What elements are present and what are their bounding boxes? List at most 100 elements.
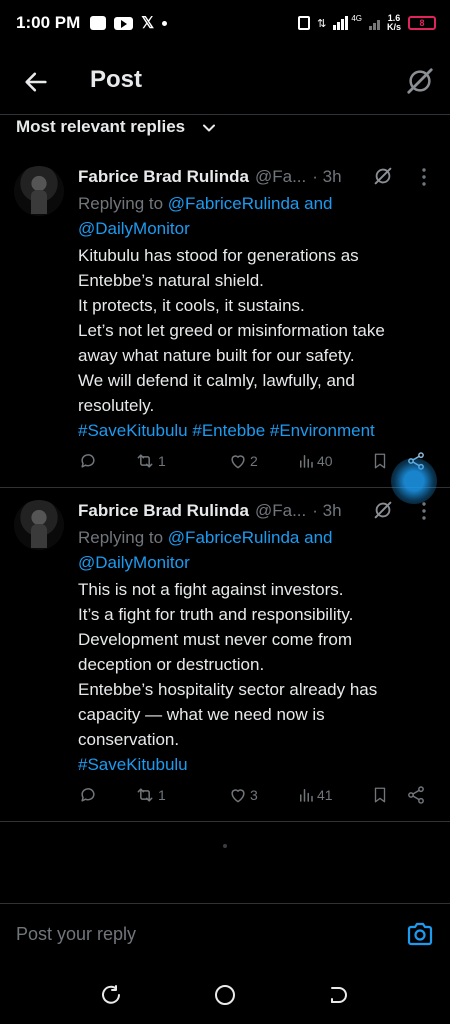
signal-icon xyxy=(333,16,349,30)
loading-indicator xyxy=(223,844,227,848)
post-line: We will defend it calmly, lawfully, and xyxy=(78,371,355,390)
repost-icon xyxy=(137,454,153,468)
views-icon xyxy=(300,455,313,468)
more-options-icon[interactable] xyxy=(421,501,427,521)
post-line: deception or destruction. xyxy=(78,655,265,674)
reply-icon xyxy=(81,454,95,468)
reply-button[interactable] xyxy=(78,451,100,471)
repost-icon xyxy=(137,788,153,802)
hashtags[interactable]: #SaveKitubulu xyxy=(78,752,440,777)
battery-level: 8 xyxy=(419,18,425,28)
replying-to-prefix: Replying to xyxy=(78,194,164,213)
views-button[interactable]: 40 xyxy=(297,451,333,471)
reply-input[interactable]: Post your reply xyxy=(16,924,136,945)
author-name[interactable]: Fabrice Brad Rulinda xyxy=(78,501,249,521)
bookmark-icon xyxy=(374,453,386,469)
app-notification-icon xyxy=(90,16,107,30)
sort-label[interactable]: Most relevant replies xyxy=(16,117,185,137)
post-actions: 1 3 41 xyxy=(0,785,450,809)
author-name[interactable]: Fabrice Brad Rulinda xyxy=(78,167,249,187)
status-bar: 1:00 PM 𝕏 ⇅ 4G 1.6 K/s 8 xyxy=(0,0,450,46)
system-navigation-bar xyxy=(0,966,450,1024)
post-line: Kitubulu has stood for generations as xyxy=(78,246,359,265)
signal-2-icon xyxy=(368,16,380,30)
heart-icon xyxy=(231,455,245,469)
post-time: · 3h xyxy=(312,501,342,520)
top-bar: Post xyxy=(0,58,450,106)
reply-composer[interactable]: Post your reply xyxy=(0,903,450,965)
page-title: Post xyxy=(90,66,143,93)
x-logo-icon: 𝕏 xyxy=(141,15,155,32)
avatar[interactable] xyxy=(14,500,64,550)
repost-count: 1 xyxy=(158,453,166,469)
post-line: It protects, it cools, it sustains. xyxy=(78,296,305,315)
like-button[interactable]: 2 xyxy=(228,451,258,471)
reply-sort-selector[interactable]: Most relevant replies xyxy=(0,114,450,140)
like-count: 3 xyxy=(250,787,258,803)
reply-icon xyxy=(81,788,95,802)
post-line: It’s a fight for truth and responsibilit… xyxy=(78,605,354,624)
bookmark-button[interactable] xyxy=(371,451,389,471)
post-line: Entebbe’s hospitality sector already has xyxy=(78,680,378,699)
post-text: Kitubulu has stood for generations as En… xyxy=(78,243,440,443)
post-text: This is not a fight against investors. I… xyxy=(78,577,440,777)
view-count: 40 xyxy=(317,453,333,469)
bookmark-icon xyxy=(374,787,386,803)
vibrate-icon xyxy=(298,16,311,30)
post-actions: 1 2 40 xyxy=(0,451,450,475)
grok-icon[interactable] xyxy=(372,499,394,521)
notification-icons: 𝕏 xyxy=(90,13,168,33)
post-line: Let’s not let greed or misinformation ta… xyxy=(78,321,385,340)
bookmark-button[interactable] xyxy=(371,785,389,805)
hashtags[interactable]: #SaveKitubulu #Entebbe #Environment xyxy=(78,418,440,443)
battery-icon: 8 xyxy=(408,16,436,30)
replying-to: Replying to @FabriceRulinda and @DailyMo… xyxy=(78,525,438,575)
post-line: conservation. xyxy=(78,730,180,749)
data-transfer-icon: ⇅ xyxy=(317,17,327,30)
views-button[interactable]: 41 xyxy=(297,785,333,805)
share-icon xyxy=(408,786,424,804)
post-header: Fabrice Brad Rulinda @Fa... · 3h xyxy=(78,165,342,189)
view-count: 41 xyxy=(317,787,333,803)
avatar[interactable] xyxy=(14,166,64,216)
replying-to-prefix: Replying to xyxy=(78,528,164,547)
grok-icon[interactable] xyxy=(372,165,394,187)
repost-count: 1 xyxy=(158,787,166,803)
chevron-down-icon[interactable] xyxy=(202,121,216,135)
net-speed: 1.6 K/s xyxy=(387,14,401,32)
camera-icon[interactable] xyxy=(406,921,434,947)
arrow-left-icon[interactable] xyxy=(22,68,50,96)
share-button[interactable] xyxy=(406,785,426,805)
reply-button[interactable] xyxy=(78,785,100,805)
repost-button[interactable]: 1 xyxy=(134,451,166,471)
post-line: capacity — what we need now is xyxy=(78,705,325,724)
post-header: Fabrice Brad Rulinda @Fa... · 3h xyxy=(78,499,342,523)
more-options-icon[interactable] xyxy=(421,167,427,187)
author-handle[interactable]: @Fa... xyxy=(255,167,306,187)
post-line: resolutely. xyxy=(78,396,155,415)
system-icons: ⇅ 4G 1.6 K/s 8 xyxy=(298,14,436,32)
replying-to: Replying to @FabriceRulinda and @DailyMo… xyxy=(78,191,438,241)
post-line: Development must never come from xyxy=(78,630,352,649)
like-count: 2 xyxy=(250,453,258,469)
post-line: away what nature built for our safety. xyxy=(78,346,355,365)
back-nav-icon[interactable] xyxy=(326,984,348,1006)
views-icon xyxy=(300,789,313,802)
youtube-icon xyxy=(114,16,134,30)
author-handle[interactable]: @Fa... xyxy=(255,501,306,521)
reply-post[interactable]: Fabrice Brad Rulinda @Fa... · 3h Replyin… xyxy=(0,155,450,488)
post-line: Entebbe’s natural shield. xyxy=(78,271,264,290)
network-type: 4G xyxy=(351,13,362,23)
reply-post[interactable]: Fabrice Brad Rulinda @Fa... · 3h Replyin… xyxy=(0,489,450,822)
status-time: 1:00 PM xyxy=(16,13,81,32)
net-speed-unit: K/s xyxy=(386,22,401,32)
recent-apps-icon[interactable] xyxy=(100,984,122,1006)
repost-button[interactable]: 1 xyxy=(134,785,166,805)
like-button[interactable]: 3 xyxy=(228,785,258,805)
grok-icon[interactable] xyxy=(405,66,435,96)
home-icon[interactable] xyxy=(213,983,237,1007)
post-time: · 3h xyxy=(312,167,342,186)
heart-icon xyxy=(231,789,245,803)
post-line: This is not a fight against investors. xyxy=(78,580,344,599)
more-notifications-dot-icon xyxy=(162,20,168,26)
